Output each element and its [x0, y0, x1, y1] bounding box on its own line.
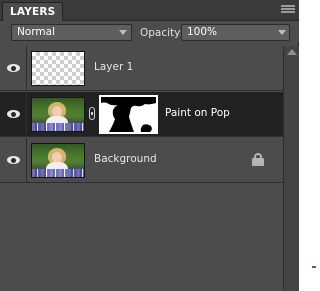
- layers-list: Layer 1 Paint on Pop Background: [0, 46, 283, 291]
- visibility-toggle[interactable]: [0, 138, 27, 182]
- layer-thumbnail[interactable]: [31, 143, 85, 178]
- visibility-toggle[interactable]: [0, 46, 27, 90]
- tab-layers[interactable]: LAYERS: [2, 2, 64, 21]
- scroll-up-arrow-icon[interactable]: [287, 49, 297, 55]
- eye-icon[interactable]: [7, 156, 20, 164]
- eye-icon[interactable]: [7, 110, 20, 118]
- layer-name[interactable]: Paint on Pop: [165, 107, 230, 119]
- blend-mode-value: Normal: [17, 26, 55, 38]
- decorative-mark: [312, 266, 316, 268]
- layer-name[interactable]: Background: [94, 153, 157, 165]
- visibility-toggle[interactable]: [0, 92, 27, 136]
- layer-name[interactable]: Layer 1: [94, 61, 133, 73]
- panel-menu-icon[interactable]: [281, 5, 295, 16]
- chain-link-icon[interactable]: [89, 107, 95, 120]
- layers-scrollbar[interactable]: [283, 46, 299, 291]
- lock-icon[interactable]: [252, 153, 264, 166]
- layer-options-bar: Normal Opacity: 100%: [0, 21, 299, 43]
- opacity-input[interactable]: 100%: [181, 24, 290, 41]
- blend-mode-select[interactable]: Normal: [11, 24, 132, 41]
- panel-tab-bar: LAYERS: [0, 0, 299, 21]
- eye-icon[interactable]: [7, 64, 20, 72]
- layer-mask-thumbnail[interactable]: [99, 95, 158, 134]
- layers-panel: LAYERS Normal Opacity: 100% Layer 1 Pain…: [0, 0, 299, 291]
- layer-thumbnail[interactable]: [31, 97, 85, 132]
- opacity-label: Opacity:: [140, 27, 184, 39]
- layer-row-layer-1[interactable]: Layer 1: [0, 46, 283, 91]
- layer-thumbnail[interactable]: [31, 51, 85, 86]
- layer-row-background[interactable]: Background: [0, 138, 283, 183]
- chevron-down-icon: [119, 30, 127, 35]
- layer-row-paint-on-pop[interactable]: Paint on Pop: [0, 92, 283, 137]
- chevron-down-icon[interactable]: [278, 30, 286, 35]
- opacity-value: 100%: [187, 26, 218, 38]
